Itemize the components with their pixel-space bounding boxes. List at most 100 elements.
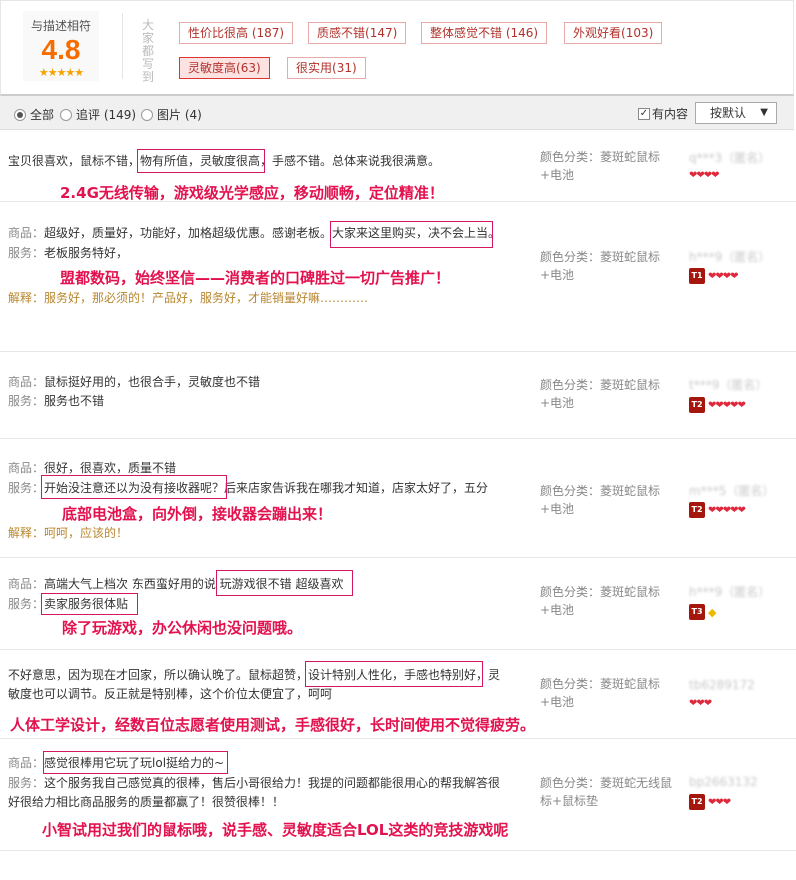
sku-info: 颜色分类：菱斑蛇无线鼠 标+鼠标垫	[540, 774, 672, 810]
has-content-label: 有内容	[652, 107, 689, 121]
promo-caption: 底部电池盒，向外倒，接收器会蹦出来！	[62, 505, 333, 523]
service-content: 服务：卖家服务很体贴	[8, 595, 128, 613]
reviewer-rank: T2 ❤❤❤❤❤	[689, 502, 746, 518]
product-label: 商品：	[8, 577, 45, 591]
product-label: 商品：	[8, 756, 45, 770]
sku-value: 菱斑蛇鼠标	[600, 150, 661, 164]
tag-cost-performance[interactable]: 性价比很高 (187)	[179, 22, 294, 44]
review-item: 商品：鼠标挺好用的，也很合手，灵敏度也不错 服务：服务也不错 颜色分类：菱斑蛇鼠…	[0, 352, 796, 439]
radio-icon	[60, 108, 72, 121]
reviewer-rank: T2 ❤❤❤❤❤	[689, 397, 746, 413]
service-text: 服务也不错	[44, 394, 105, 408]
checkmark-icon: ✓	[638, 107, 650, 120]
sku-value-2: +电池	[540, 502, 575, 516]
service-label: 服务：	[8, 776, 45, 790]
level-badge-icon: T3	[689, 604, 705, 620]
reviewer-name[interactable]: h***9（匿名）	[689, 583, 770, 600]
heart-rank-icon: ❤❤❤❤❤	[708, 504, 746, 516]
tag-texture[interactable]: 质感不错(147)	[308, 22, 407, 44]
seller-explanation: 解释：服务好，那必须的！产品好，服务好，才能销量好嘛…………	[8, 289, 368, 307]
explain-text: 服务好，那必须的！产品好，服务好，才能销量好嘛…………	[44, 291, 369, 305]
sku-value: 菱斑蛇鼠标	[600, 378, 661, 392]
sort-value: 按默认	[710, 106, 747, 120]
product-text: 感觉很棒用它玩了玩lol挺给力的~	[44, 756, 225, 770]
heart-rank-icon: ❤❤❤❤❤	[708, 399, 746, 411]
sku-info: 颜色分类：菱斑蛇鼠标 +电池	[540, 675, 660, 711]
reviewer-rank: T1 ❤❤❤❤	[689, 268, 738, 284]
sku-label: 颜色分类：	[540, 776, 601, 790]
review-content: 商品：高端大气上档次 东西蛮好用的说 玩游戏很不错 超级喜欢	[8, 575, 343, 593]
product-text: 超级好，质量好，功能好，加格超级优惠。感谢老板。大家来这里购买，决不会上当。	[44, 226, 501, 240]
sku-value: 菱斑蛇无线鼠	[600, 776, 673, 790]
has-content-checkbox[interactable]: ✓ 有内容	[638, 105, 688, 122]
reviewer-name[interactable]: bp2663132	[689, 775, 758, 789]
sku-value: 菱斑蛇鼠标	[600, 585, 661, 599]
review-item: 不好意思，因为现在才回家，所以确认晚了。鼠标超赞，设计特别人性化，手感也特别好，…	[0, 650, 796, 739]
promo-caption: 人体工学设计，经数百位志愿者使用测试，手感很好，长时间使用不觉得疲劳。	[10, 716, 536, 734]
tag-label: 外观好看	[573, 26, 622, 40]
sku-label: 颜色分类：	[540, 150, 601, 164]
sku-info: 颜色分类：菱斑蛇鼠标 +电池	[540, 148, 660, 184]
service-label: 服务：	[8, 597, 45, 611]
review-content: 商品：感觉很棒用它玩了玩lol挺给力的~	[8, 754, 224, 772]
score-title: 与描述相符	[30, 19, 91, 33]
reviewer-name[interactable]: m***5（匿名）	[689, 482, 774, 499]
tag-label: 灵敏度高	[188, 61, 237, 75]
tag-count: (63)	[236, 61, 261, 75]
tag-count: (187)	[251, 26, 285, 40]
promo-caption: 除了玩游戏，办公休闲也没问题哦。	[62, 619, 303, 637]
service-label: 服务：	[8, 481, 45, 495]
sku-value-2: 标+鼠标垫	[540, 794, 599, 808]
service-content: 服务：这个服务我自己感觉真的很棒，售后小哥很给力！我提的问题都能很用心的帮我解答…	[8, 774, 500, 792]
service-content: 服务：开始没注意还以为没有接收器呢？后来店家告诉我在哪我才知道，店家太好了，五分	[8, 479, 488, 497]
sku-label: 颜色分类：	[540, 484, 601, 498]
service-content-line-2: 好很给力相比商品服务的质量都赢了！很赞很棒！！	[8, 795, 285, 809]
filter-pics-radio[interactable]: 图片 (4)	[141, 106, 202, 123]
product-label: 商品：	[8, 461, 45, 475]
explain-text: 呵呵，应该的！	[44, 526, 129, 540]
sku-info: 颜色分类：菱斑蛇鼠标 +电池	[540, 376, 660, 412]
tag-overall[interactable]: 整体感觉不错 (146)	[421, 22, 548, 44]
reviewer-rank: ❤❤❤	[689, 698, 712, 709]
sku-label: 颜色分类：	[540, 677, 601, 691]
sku-info: 颜色分类：菱斑蛇鼠标 +电池	[540, 248, 660, 284]
service-label: 服务：	[8, 394, 45, 408]
sku-info: 颜色分类：菱斑蛇鼠标 +电池	[540, 482, 660, 518]
star-rating-icon: ★★★★★	[38, 66, 84, 79]
tag-count: (31)	[332, 61, 357, 75]
heart-rank-icon: ❤❤❤❤	[689, 170, 719, 181]
sku-value-2: +电池	[540, 168, 575, 182]
review-content: 商品：超级好，质量好，功能好，加格超级优惠。感谢老板。大家来这里购买，决不会上当…	[8, 224, 500, 242]
sku-value: 菱斑蛇鼠标	[600, 484, 661, 498]
tag-appearance[interactable]: 外观好看(103)	[564, 22, 663, 44]
review-content: 宝贝很喜欢，鼠标不错，物有所值，灵敏度很高，手感不错。总体来说我很满意。	[8, 154, 441, 168]
reviewer-rank: ❤❤❤❤	[689, 170, 719, 181]
filter-append-radio[interactable]: 追评 (149)	[60, 106, 136, 123]
service-content: 服务：老板服务特好，	[8, 244, 128, 262]
review-item: 宝贝很喜欢，鼠标不错，物有所值，灵敏度很高，手感不错。总体来说我很满意。 2.4…	[0, 131, 796, 202]
rating-summary: 与描述相符 4.8 ★★★★★ 大家都写到 性价比很高 (187) 质感不错(1…	[0, 0, 794, 96]
filter-all-radio[interactable]: 全部	[14, 106, 54, 123]
level-badge-icon: T2	[689, 502, 705, 518]
level-badge-icon: T2	[689, 397, 705, 413]
service-text: 开始没注意还以为没有接收器呢？后来店家告诉我在哪我才知道，店家太好了，五分	[44, 481, 489, 495]
sku-value-2: +电池	[540, 695, 575, 709]
divider	[122, 13, 123, 79]
sort-select[interactable]: 按默认 ▼	[695, 102, 777, 124]
reviewer-rank: T2 ❤❤❤	[689, 794, 731, 810]
review-content: 商品：很好，很喜欢，质量不错	[8, 459, 176, 477]
tag-practical[interactable]: 很实用(31)	[287, 57, 366, 79]
promo-caption: 盟都数码，始终坚信——消费者的口碑胜过一切广告推广！	[60, 269, 451, 287]
review-content-line-2: 敏度也可以调节。反正就是特别棒，这个价位太便宜了，呵呵	[8, 687, 333, 701]
service-text: 老板服务特好，	[44, 246, 129, 260]
reviewer-name[interactable]: q***3（匿名）	[689, 149, 770, 166]
tag-label: 质感不错	[317, 26, 366, 40]
filter-all-label: 全部	[30, 108, 55, 122]
reviewer-name[interactable]: h***9（匿名）	[689, 248, 770, 265]
promo-caption: 2.4G无线传输，游戏级光学感应，移动顺畅，定位精准！	[60, 184, 444, 202]
service-text: 卖家服务很体贴	[44, 597, 129, 611]
reviewer-name[interactable]: tb6289172	[689, 678, 755, 692]
tag-sensitivity[interactable]: 灵敏度高(63)	[179, 57, 270, 79]
reviewer-name[interactable]: t***9（匿名）	[689, 376, 767, 393]
diamond-rank-icon: ◆	[708, 605, 717, 619]
